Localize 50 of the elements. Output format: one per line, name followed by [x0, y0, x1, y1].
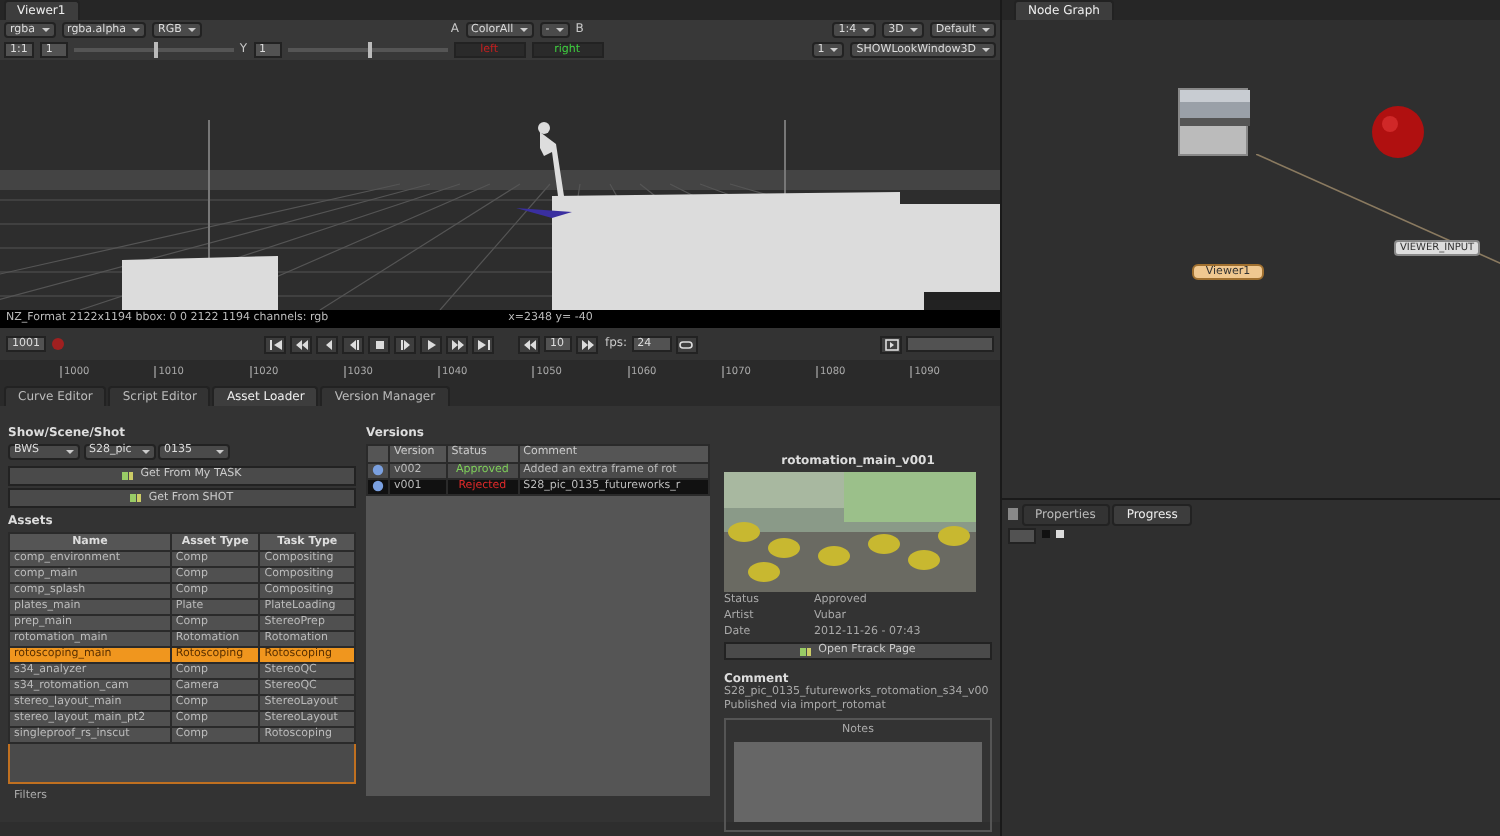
transport-button[interactable]: [264, 335, 286, 353]
slider-thumb[interactable]: [367, 42, 372, 58]
caret-icon: [519, 28, 528, 32]
play-icon: [397, 337, 413, 351]
flipbook-icon: [883, 337, 899, 351]
flipbook-button[interactable]: [880, 335, 902, 353]
max-panels-field[interactable]: [1008, 528, 1036, 545]
skip-end-icon: [475, 337, 491, 351]
transport-button[interactable]: [342, 335, 364, 353]
caret-icon: [982, 28, 990, 32]
range-field[interactable]: [906, 336, 994, 352]
caret-icon: [909, 28, 918, 32]
caret-icon: [132, 28, 141, 32]
read-node[interactable]: [1178, 88, 1248, 156]
panel-icon[interactable]: [1008, 508, 1018, 521]
column-header: [367, 444, 389, 463]
transport-button[interactable]: [316, 335, 338, 353]
loop-button[interactable]: [675, 335, 698, 353]
slider-thumb[interactable]: [153, 42, 158, 58]
play-icon: [423, 337, 439, 351]
caret-icon: [982, 48, 990, 52]
caret-icon: [41, 28, 50, 32]
transport-button[interactable]: [472, 335, 494, 353]
stop-icon: [371, 337, 387, 351]
caret-icon: [66, 449, 74, 454]
transport-button[interactable]: [420, 335, 442, 353]
transport-button[interactable]: [290, 335, 312, 353]
previous-key-icon: [293, 337, 309, 351]
step-forward-button[interactable]: [576, 335, 598, 353]
asset-icon: [122, 469, 135, 482]
caret-icon: [830, 48, 839, 52]
asset-icon: [130, 492, 143, 505]
caret-icon: [216, 449, 224, 454]
play-back-icon: [345, 337, 361, 351]
next-key-icon: [449, 337, 465, 351]
ftrack-icon: [800, 645, 813, 658]
loop-icon: [678, 337, 695, 351]
skip-start-icon: [267, 337, 283, 351]
transport-button[interactable]: [368, 335, 390, 353]
sphere-node[interactable]: [1370, 104, 1426, 160]
caret-icon: [555, 28, 564, 32]
caret-icon: [141, 449, 149, 454]
transport-button[interactable]: [446, 335, 468, 353]
rewind-icon: [521, 337, 537, 351]
caret-icon: [187, 28, 196, 32]
fast-forward-icon: [579, 337, 595, 351]
transport-button[interactable]: [394, 335, 416, 353]
step-back-button[interactable]: [518, 335, 540, 353]
notes-field[interactable]: [734, 741, 982, 822]
caret-icon: [862, 28, 871, 32]
